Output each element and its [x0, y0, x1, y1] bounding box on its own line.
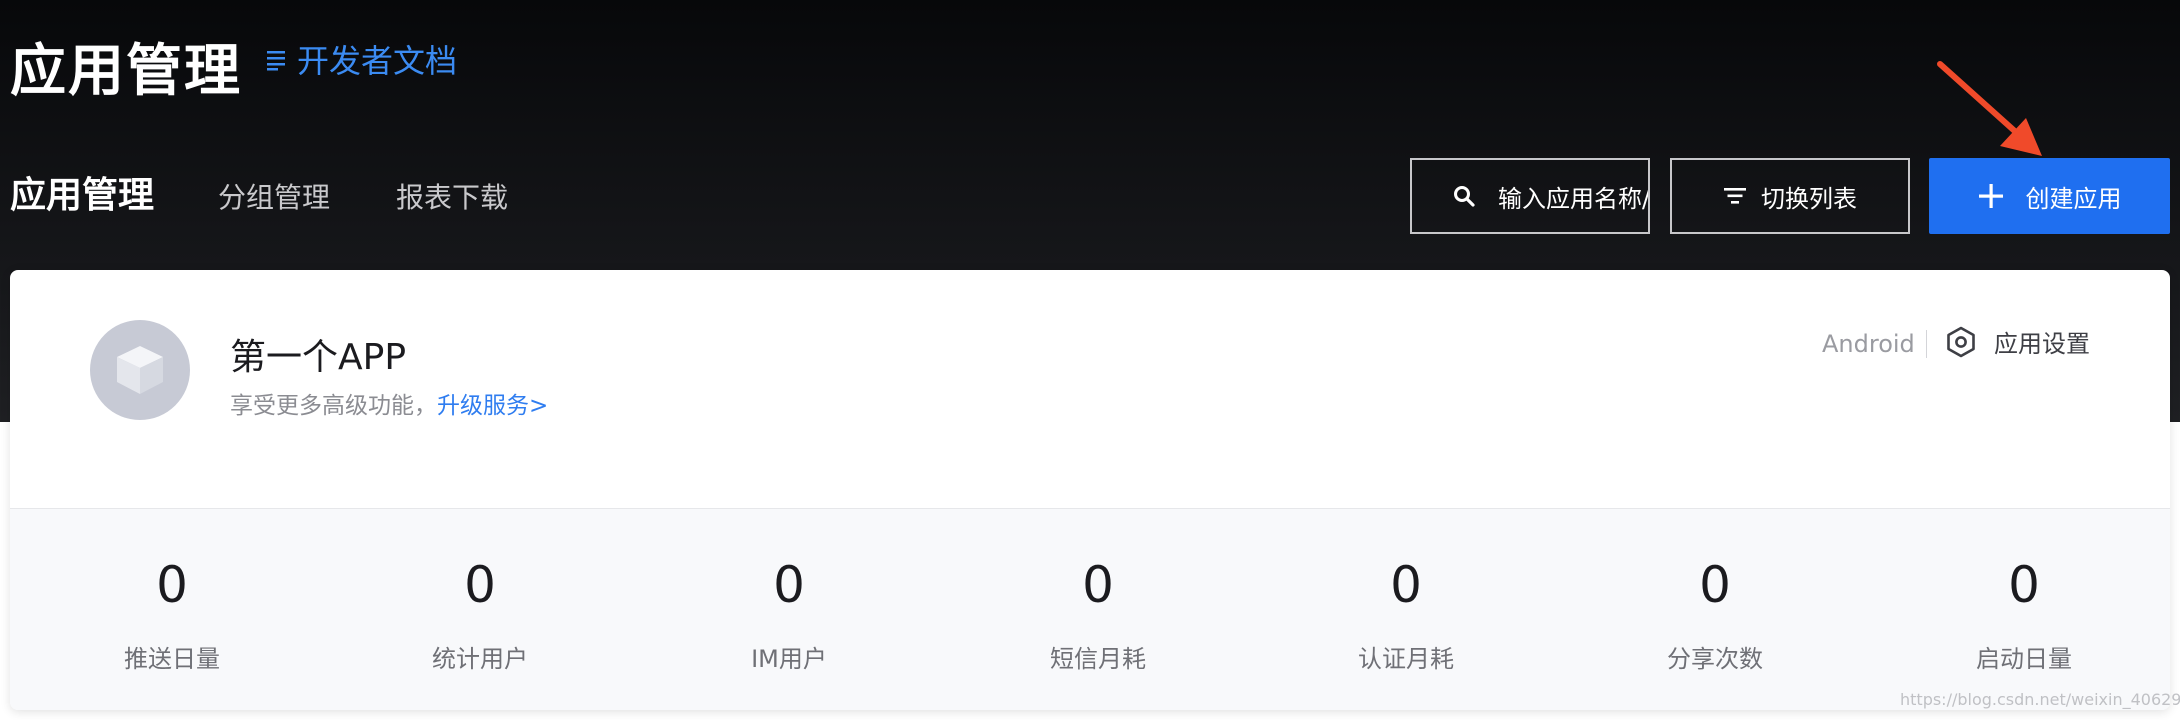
settings-hexagon-icon — [1946, 326, 1976, 358]
stat-share-count: 0 分享次数 — [1561, 509, 1869, 674]
filter-list-icon — [1723, 185, 1747, 207]
stat-label: 推送日量 — [124, 645, 220, 673]
stat-analytics-users: 0 统计用户 — [326, 509, 634, 674]
app-management-page: 应用管理 开发者文档 应用管理 分组管理 报表下载 输入应用名称/ 切换列表 创… — [0, 0, 2180, 720]
developer-docs-link[interactable]: 开发者文档 — [265, 38, 457, 80]
stat-value: 0 — [2008, 556, 2040, 614]
stat-label: 分享次数 — [1667, 645, 1763, 673]
search-input[interactable]: 输入应用名称/ — [1410, 158, 1650, 234]
page-title: 应用管理 — [10, 39, 242, 104]
stat-auth-monthly: 0 认证月耗 — [1252, 509, 1560, 674]
stats-row: 0 推送日量 0 统计用户 0 IM用户 0 短信月耗 0 认证月耗 0 分享次… — [10, 508, 2170, 710]
app-settings-label: 应用设置 — [1994, 330, 2090, 358]
stat-label: IM用户 — [751, 645, 827, 673]
platform-label: Android — [1822, 330, 1915, 358]
stat-label: 启动日量 — [1976, 645, 2072, 673]
create-app-button[interactable]: 创建应用 — [1929, 158, 2170, 234]
search-placeholder: 输入应用名称/ — [1498, 184, 1650, 213]
stat-value: 0 — [1390, 556, 1422, 614]
app-description: 享受更多高级功能，升级服务> — [230, 386, 548, 420]
stat-push-daily: 0 推送日量 — [18, 509, 326, 674]
app-settings-button[interactable]: 应用设置 — [1946, 324, 2090, 359]
cube-icon — [117, 346, 163, 394]
plus-icon — [1978, 183, 2004, 209]
create-app-label: 创建应用 — [2025, 184, 2122, 213]
stat-label: 认证月耗 — [1358, 645, 1454, 673]
search-icon — [1452, 184, 1476, 208]
stat-value: 0 — [464, 556, 496, 614]
divider — [1926, 330, 1927, 358]
stat-label: 短信月耗 — [1050, 645, 1146, 673]
developer-docs-label: 开发者文档 — [297, 42, 458, 80]
watermark: https://blog.csdn.net/weixin_40629244 — [1900, 690, 2180, 709]
switch-list-button[interactable]: 切换列表 — [1670, 158, 1910, 234]
nav-tabs: 应用管理 分组管理 报表下载 — [10, 166, 574, 218]
stat-im-users: 0 IM用户 — [635, 509, 943, 674]
tab-app-management[interactable]: 应用管理 — [10, 166, 154, 218]
app-description-text: 享受更多高级功能， — [230, 393, 437, 419]
tab-report-download[interactable]: 报表下载 — [396, 176, 508, 216]
stat-label: 统计用户 — [432, 645, 528, 673]
stat-sms-monthly: 0 短信月耗 — [944, 509, 1252, 674]
stat-launch-daily: 0 启动日量 — [1870, 509, 2170, 674]
app-card[interactable]: 第一个APP 享受更多高级功能，升级服务> Android 应用设置 0 推送日… — [10, 270, 2170, 710]
switch-list-label: 切换列表 — [1761, 184, 1857, 213]
stat-value: 0 — [156, 556, 188, 614]
stat-value: 0 — [773, 556, 805, 614]
annotation-arrow-icon — [1937, 61, 2042, 156]
doc-list-icon — [265, 47, 287, 71]
app-name[interactable]: 第一个APP — [230, 328, 406, 380]
stat-value: 0 — [1082, 556, 1114, 614]
upgrade-service-link[interactable]: 升级服务> — [437, 393, 548, 419]
app-avatar — [90, 320, 190, 420]
tab-group-management[interactable]: 分组管理 — [218, 176, 330, 216]
stat-value: 0 — [1699, 556, 1731, 614]
